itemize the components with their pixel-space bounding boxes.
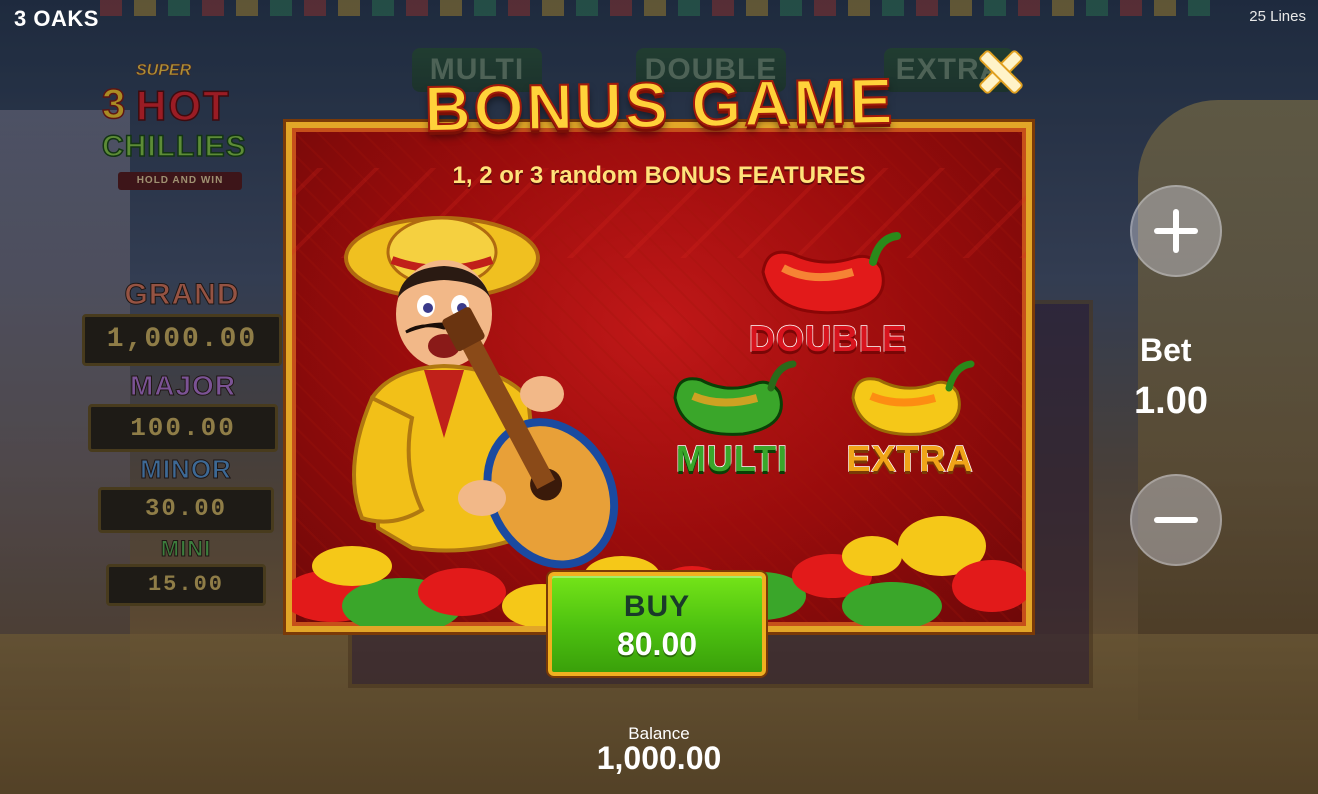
bonus-game-title: BONUS GAME — [423, 64, 897, 146]
bet-decrease-button[interactable] — [1130, 474, 1222, 566]
feature-extra: EXTRA — [840, 358, 980, 480]
brand-name: 3 OAKS — [14, 6, 99, 31]
chilli-green-icon — [673, 360, 797, 436]
lines-count: 25 Lines — [1249, 8, 1306, 25]
buy-button[interactable]: BUY 80.00 — [548, 572, 766, 676]
bonus-game-modal: 1, 2 or 3 random BONUS FEATURES DOUBLE M… — [286, 122, 1032, 632]
bet-increase-button[interactable] — [1130, 185, 1222, 277]
modal-subtitle: 1, 2 or 3 random BONUS FEATURES — [452, 162, 866, 189]
chilli-yellow-icon — [851, 360, 975, 436]
feature-extra-label: EXTRA — [846, 437, 974, 480]
feature-double: DOUBLE — [748, 228, 908, 360]
buy-price: 80.00 — [616, 626, 698, 662]
feature-double-label: DOUBLE — [748, 317, 907, 360]
feature-multi-label: MULTI — [675, 437, 789, 480]
bet-value: 1.00 — [1134, 380, 1208, 422]
chilli-red-icon — [761, 232, 901, 315]
bet-label: Bet — [1140, 332, 1192, 368]
balance-value: 1,000.00 — [596, 740, 722, 776]
balance-value-row: 1,000.00 — [0, 740, 1318, 777]
minus-icon — [1154, 498, 1198, 542]
buy-label: BUY — [623, 590, 691, 623]
feature-multi: MULTI — [662, 358, 802, 480]
close-icon[interactable] — [976, 48, 1020, 92]
plus-icon — [1154, 209, 1198, 253]
